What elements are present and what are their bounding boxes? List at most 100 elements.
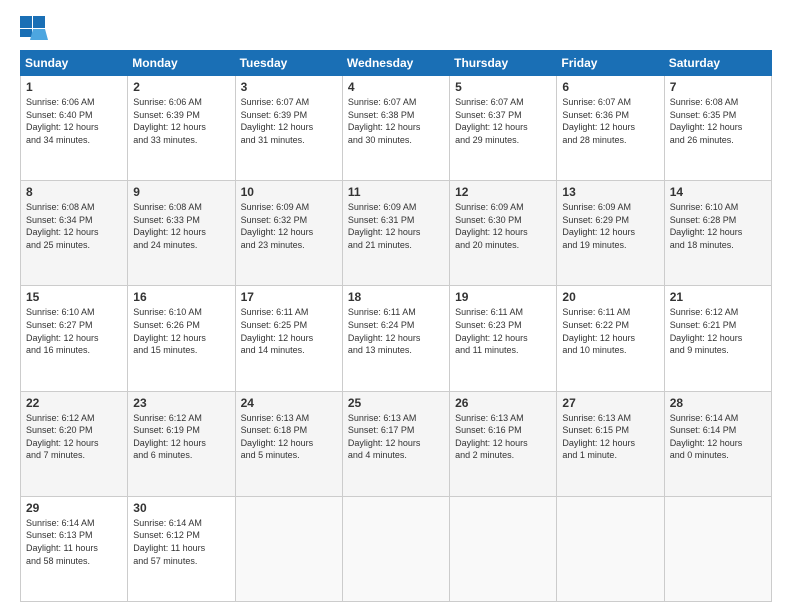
calendar-day-cell: 1 Sunrise: 6:06 AM Sunset: 6:40 PM Daylig… (21, 76, 128, 181)
day-number: 29 (26, 501, 122, 515)
calendar-header-sunday: Sunday (21, 51, 128, 76)
calendar-day-cell: 24 Sunrise: 6:13 AM Sunset: 6:18 PM Dayli… (235, 391, 342, 496)
calendar-header-wednesday: Wednesday (342, 51, 449, 76)
calendar-day-cell (342, 496, 449, 601)
day-info: Sunrise: 6:10 AM Sunset: 6:28 PM Dayligh… (670, 201, 766, 251)
calendar-day-cell: 7Sunrise: 6:08 AM Sunset: 6:35 PM Daylig… (664, 76, 771, 181)
day-number: 14 (670, 185, 766, 199)
calendar-week-row: 29 Sunrise: 6:14 AM Sunset: 6:13 PM Dayli… (21, 496, 772, 601)
day-number: 11 (348, 185, 444, 199)
calendar-day-cell: 23 Sunrise: 6:12 AM Sunset: 6:19 PM Dayli… (128, 391, 235, 496)
day-number: 1 (26, 80, 122, 94)
calendar-day-cell: 4Sunrise: 6:07 AM Sunset: 6:38 PM Daylig… (342, 76, 449, 181)
day-info: Sunrise: 6:11 AM Sunset: 6:23 PM Dayligh… (455, 306, 551, 356)
calendar-day-cell: 22 Sunrise: 6:12 AM Sunset: 6:20 PM Dayli… (21, 391, 128, 496)
calendar-day-cell: 25Sunrise: 6:13 AM Sunset: 6:17 PM Dayli… (342, 391, 449, 496)
day-number: 17 (241, 290, 337, 304)
day-number: 13 (562, 185, 658, 199)
day-info: Sunrise: 6:14 AM Sunset: 6:13 PM Dayligh… (26, 517, 122, 567)
day-number: 6 (562, 80, 658, 94)
day-number: 4 (348, 80, 444, 94)
calendar-week-row: 8 Sunrise: 6:08 AM Sunset: 6:34 PM Daylig… (21, 181, 772, 286)
day-info: Sunrise: 6:08 AM Sunset: 6:34 PM Dayligh… (26, 201, 122, 251)
day-number: 22 (26, 396, 122, 410)
logo (20, 16, 52, 40)
calendar-day-cell: 26 Sunrise: 6:13 AM Sunset: 6:16 PM Dayli… (450, 391, 557, 496)
day-info: Sunrise: 6:06 AM Sunset: 6:39 PM Dayligh… (133, 96, 229, 146)
calendar-day-cell: 12 Sunrise: 6:09 AM Sunset: 6:30 PM Dayli… (450, 181, 557, 286)
day-info: Sunrise: 6:09 AM Sunset: 6:31 PM Dayligh… (348, 201, 444, 251)
calendar-day-cell: 28Sunrise: 6:14 AM Sunset: 6:14 PM Dayli… (664, 391, 771, 496)
day-number: 18 (348, 290, 444, 304)
calendar-header-monday: Monday (128, 51, 235, 76)
calendar-day-cell (450, 496, 557, 601)
calendar-header-row: SundayMondayTuesdayWednesdayThursdayFrid… (21, 51, 772, 76)
day-number: 26 (455, 396, 551, 410)
calendar-table: SundayMondayTuesdayWednesdayThursdayFrid… (20, 50, 772, 602)
calendar-day-cell: 17 Sunrise: 6:11 AM Sunset: 6:25 PM Dayli… (235, 286, 342, 391)
day-number: 5 (455, 80, 551, 94)
day-info: Sunrise: 6:06 AM Sunset: 6:40 PM Dayligh… (26, 96, 122, 146)
logo-icon (20, 16, 48, 40)
calendar-day-cell: 29 Sunrise: 6:14 AM Sunset: 6:13 PM Dayli… (21, 496, 128, 601)
day-info: Sunrise: 6:09 AM Sunset: 6:30 PM Dayligh… (455, 201, 551, 251)
day-info: Sunrise: 6:12 AM Sunset: 6:20 PM Dayligh… (26, 412, 122, 462)
calendar-week-row: 22 Sunrise: 6:12 AM Sunset: 6:20 PM Dayli… (21, 391, 772, 496)
header (20, 16, 772, 40)
calendar-day-cell: 19 Sunrise: 6:11 AM Sunset: 6:23 PM Dayli… (450, 286, 557, 391)
calendar-day-cell: 16 Sunrise: 6:10 AM Sunset: 6:26 PM Dayli… (128, 286, 235, 391)
day-info: Sunrise: 6:14 AM Sunset: 6:12 PM Dayligh… (133, 517, 229, 567)
calendar-day-cell: 18 Sunrise: 6:11 AM Sunset: 6:24 PM Dayli… (342, 286, 449, 391)
calendar-day-cell: 27 Sunrise: 6:13 AM Sunset: 6:15 PM Dayli… (557, 391, 664, 496)
calendar-day-cell: 13Sunrise: 6:09 AM Sunset: 6:29 PM Dayli… (557, 181, 664, 286)
calendar-day-cell: 11 Sunrise: 6:09 AM Sunset: 6:31 PM Dayli… (342, 181, 449, 286)
day-info: Sunrise: 6:12 AM Sunset: 6:19 PM Dayligh… (133, 412, 229, 462)
day-number: 9 (133, 185, 229, 199)
calendar-header-thursday: Thursday (450, 51, 557, 76)
day-number: 7 (670, 80, 766, 94)
calendar-header-tuesday: Tuesday (235, 51, 342, 76)
day-info: Sunrise: 6:13 AM Sunset: 6:18 PM Dayligh… (241, 412, 337, 462)
day-number: 10 (241, 185, 337, 199)
day-number: 2 (133, 80, 229, 94)
day-number: 8 (26, 185, 122, 199)
day-info: Sunrise: 6:07 AM Sunset: 6:39 PM Dayligh… (241, 96, 337, 146)
day-info: Sunrise: 6:11 AM Sunset: 6:25 PM Dayligh… (241, 306, 337, 356)
day-info: Sunrise: 6:12 AM Sunset: 6:21 PM Dayligh… (670, 306, 766, 356)
calendar-day-cell: 20Sunrise: 6:11 AM Sunset: 6:22 PM Dayli… (557, 286, 664, 391)
calendar-day-cell: 10 Sunrise: 6:09 AM Sunset: 6:32 PM Dayli… (235, 181, 342, 286)
calendar-day-cell: 9 Sunrise: 6:08 AM Sunset: 6:33 PM Daylig… (128, 181, 235, 286)
day-number: 27 (562, 396, 658, 410)
day-number: 12 (455, 185, 551, 199)
day-number: 24 (241, 396, 337, 410)
day-number: 16 (133, 290, 229, 304)
calendar-header-friday: Friday (557, 51, 664, 76)
day-number: 3 (241, 80, 337, 94)
day-info: Sunrise: 6:11 AM Sunset: 6:24 PM Dayligh… (348, 306, 444, 356)
day-number: 19 (455, 290, 551, 304)
calendar-day-cell (235, 496, 342, 601)
day-info: Sunrise: 6:08 AM Sunset: 6:33 PM Dayligh… (133, 201, 229, 251)
day-number: 20 (562, 290, 658, 304)
day-info: Sunrise: 6:13 AM Sunset: 6:15 PM Dayligh… (562, 412, 658, 462)
day-info: Sunrise: 6:10 AM Sunset: 6:26 PM Dayligh… (133, 306, 229, 356)
day-number: 30 (133, 501, 229, 515)
page: SundayMondayTuesdayWednesdayThursdayFrid… (0, 0, 792, 612)
calendar-day-cell: 8 Sunrise: 6:08 AM Sunset: 6:34 PM Daylig… (21, 181, 128, 286)
day-number: 28 (670, 396, 766, 410)
day-number: 25 (348, 396, 444, 410)
calendar-day-cell (557, 496, 664, 601)
day-info: Sunrise: 6:07 AM Sunset: 6:37 PM Dayligh… (455, 96, 551, 146)
day-info: Sunrise: 6:13 AM Sunset: 6:16 PM Dayligh… (455, 412, 551, 462)
day-number: 15 (26, 290, 122, 304)
day-number: 21 (670, 290, 766, 304)
calendar-day-cell: 30 Sunrise: 6:14 AM Sunset: 6:12 PM Dayli… (128, 496, 235, 601)
day-info: Sunrise: 6:07 AM Sunset: 6:36 PM Dayligh… (562, 96, 658, 146)
calendar-day-cell: 15 Sunrise: 6:10 AM Sunset: 6:27 PM Dayli… (21, 286, 128, 391)
calendar-day-cell: 6 Sunrise: 6:07 AM Sunset: 6:36 PM Daylig… (557, 76, 664, 181)
calendar-day-cell: 21 Sunrise: 6:12 AM Sunset: 6:21 PM Dayli… (664, 286, 771, 391)
day-number: 23 (133, 396, 229, 410)
day-info: Sunrise: 6:10 AM Sunset: 6:27 PM Dayligh… (26, 306, 122, 356)
day-info: Sunrise: 6:09 AM Sunset: 6:32 PM Dayligh… (241, 201, 337, 251)
calendar-day-cell: 3 Sunrise: 6:07 AM Sunset: 6:39 PM Daylig… (235, 76, 342, 181)
